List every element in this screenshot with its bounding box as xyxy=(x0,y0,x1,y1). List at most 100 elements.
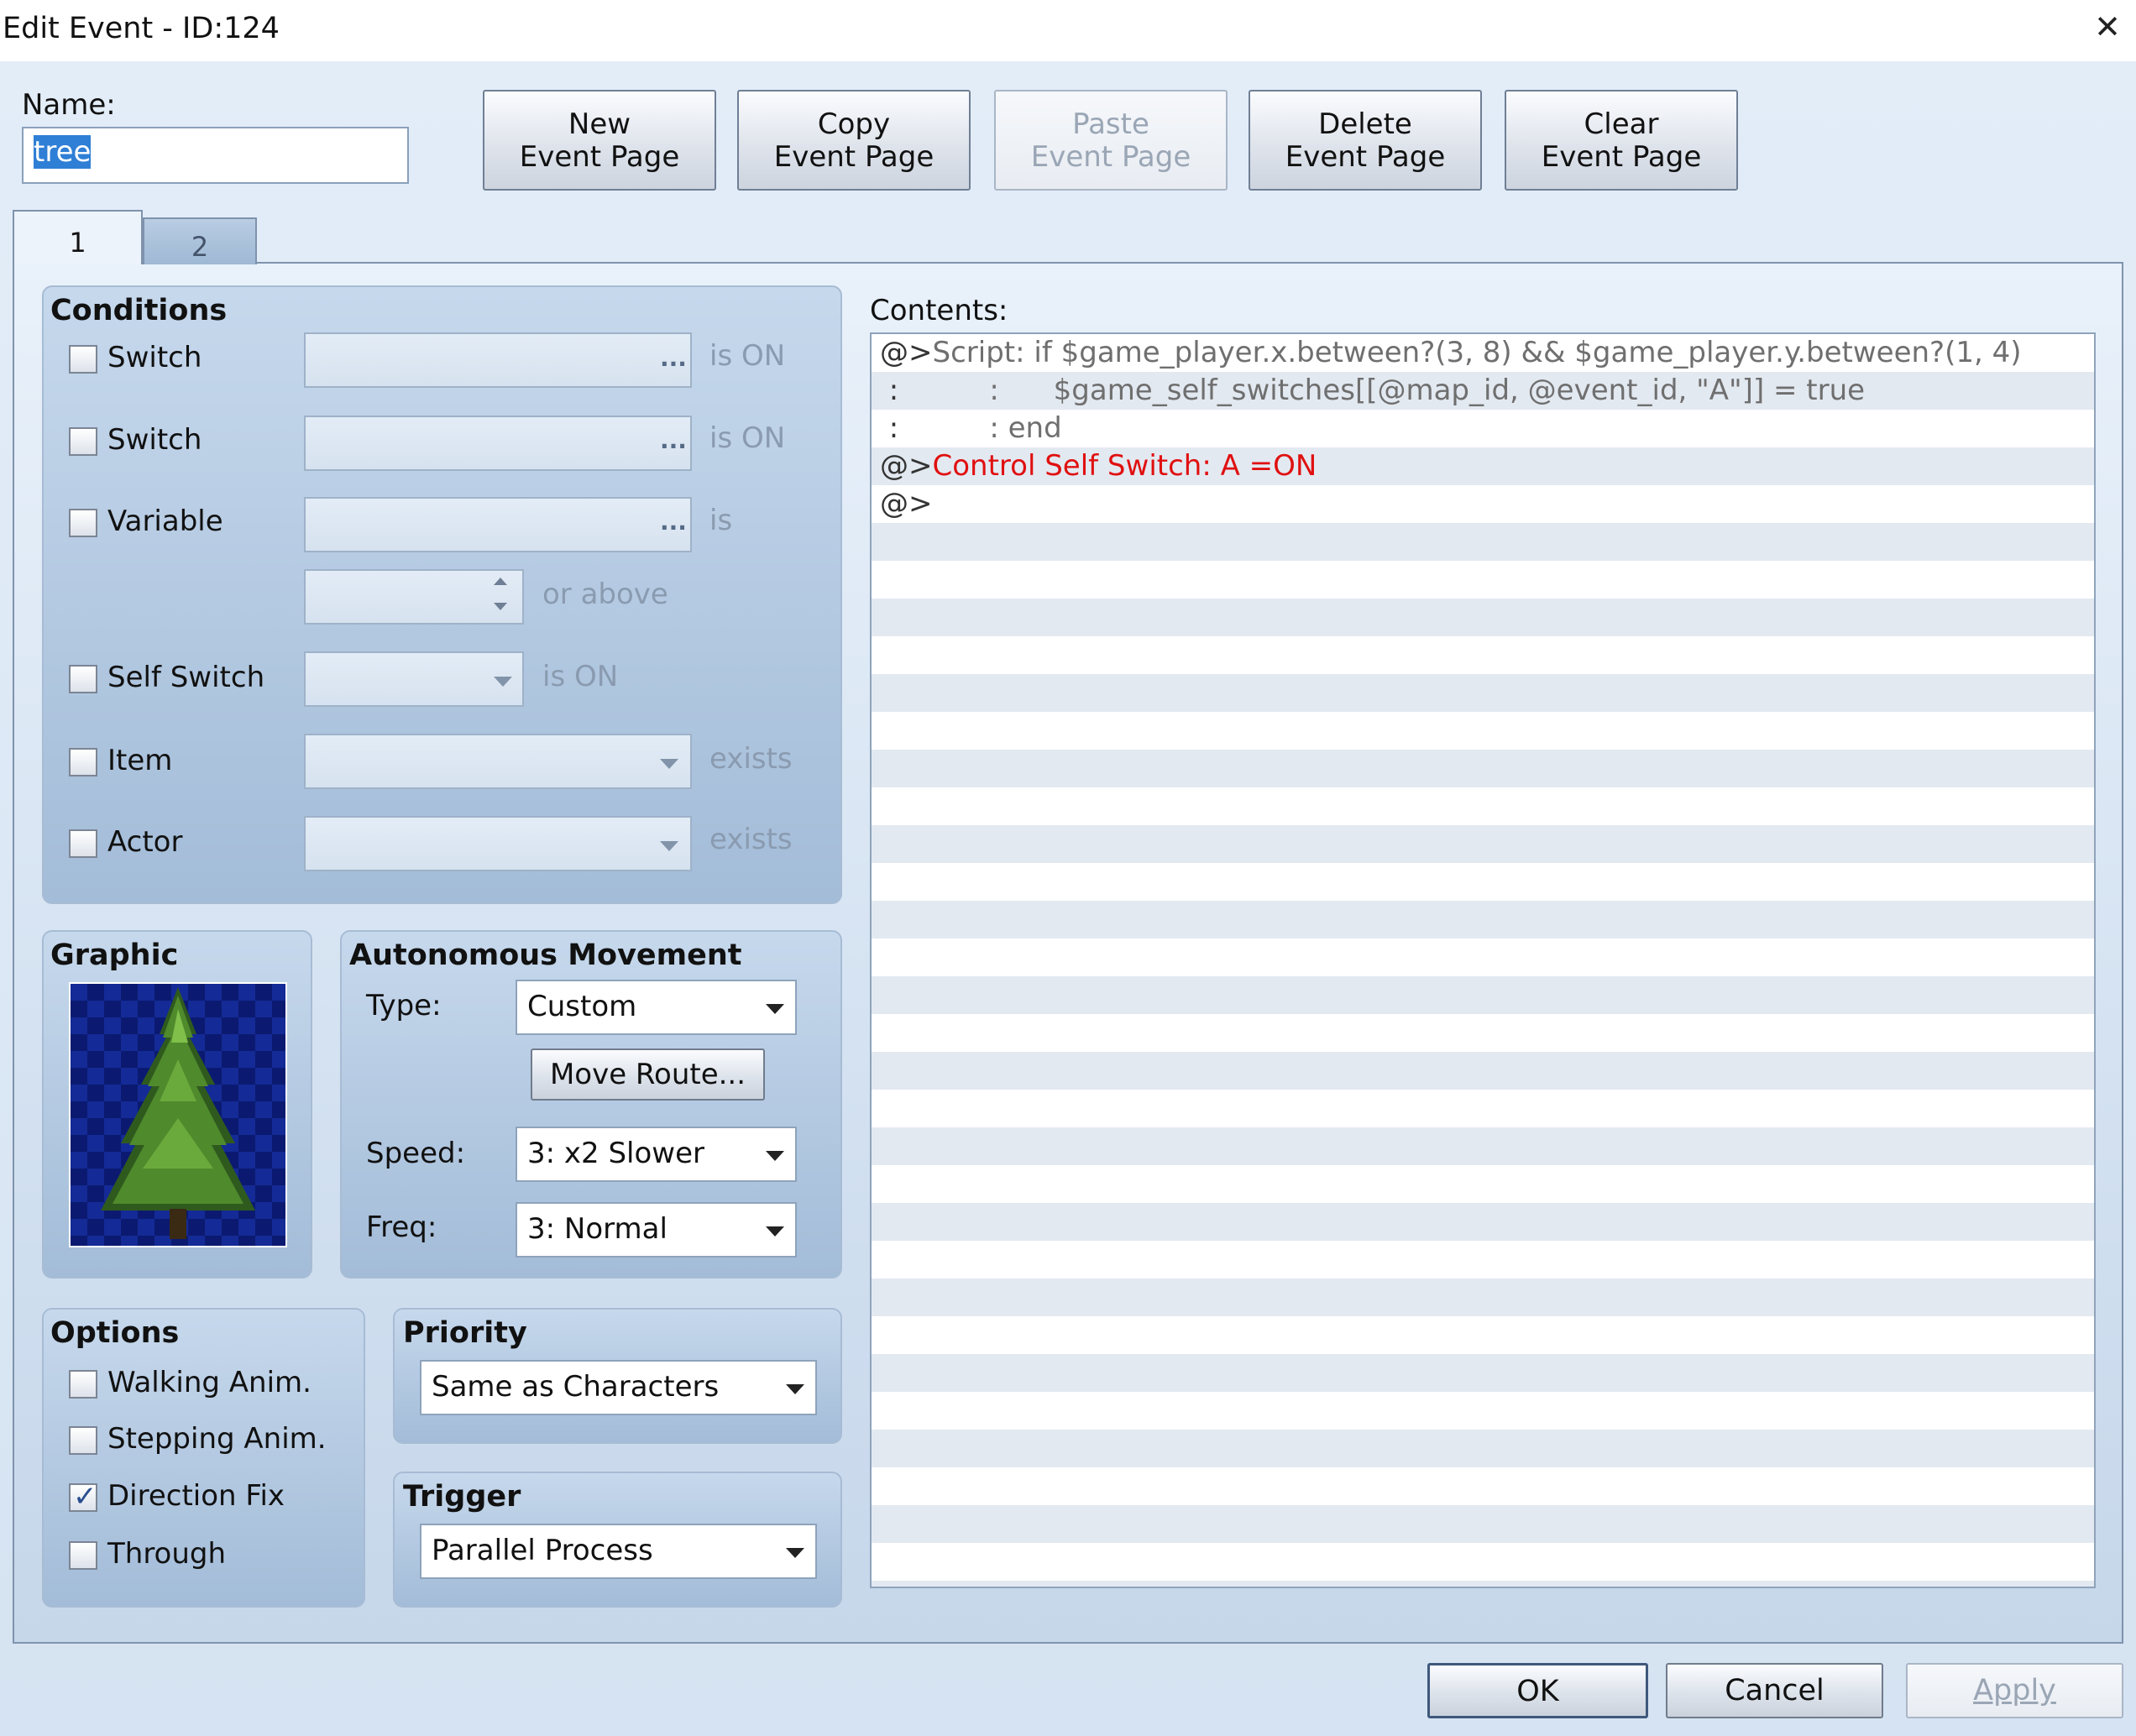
trigger-title: Trigger xyxy=(403,1480,521,1514)
list-item[interactable]: : : end xyxy=(872,410,2094,447)
walking-anim-label: Walking Anim. xyxy=(107,1366,312,1399)
tree-graphic-icon xyxy=(71,984,285,1246)
variable-value-stepper[interactable] xyxy=(304,569,524,625)
new-event-page-button[interactable]: New Event Page xyxy=(483,90,716,191)
name-value: tree xyxy=(34,135,92,169)
empty-row xyxy=(872,825,2094,863)
empty-row xyxy=(872,523,2094,561)
list-item[interactable]: @> xyxy=(872,485,2094,523)
switch1-label: Switch xyxy=(107,341,202,374)
name-input[interactable]: tree xyxy=(22,127,409,184)
self-switch-checkbox[interactable] xyxy=(69,665,97,693)
empty-row xyxy=(872,901,2094,939)
actor-chevron-down-icon[interactable] xyxy=(660,841,678,851)
cancel-button[interactable]: Cancel xyxy=(1666,1663,1883,1718)
switch2-suffix: is ON xyxy=(709,421,786,455)
clear-event-page-line2: Event Page xyxy=(1541,140,1702,174)
actor-checkbox[interactable] xyxy=(69,829,97,858)
line-text: : $game_self_switches[[@map_id, @event_i… xyxy=(898,374,1866,407)
item-checkbox[interactable] xyxy=(69,748,97,776)
line-text: Script: if $game_player.x.between?(3, 8)… xyxy=(932,336,2022,369)
walking-anim-checkbox[interactable] xyxy=(69,1370,97,1399)
paste-event-page-line1: Paste xyxy=(1072,107,1149,141)
variable-ellipsis-icon[interactable]: ... xyxy=(660,508,687,536)
apply-button[interactable]: Apply xyxy=(1906,1663,2123,1718)
actor-label: Actor xyxy=(107,825,183,859)
switch2-label: Switch xyxy=(107,423,202,457)
tab-page-1[interactable]: 1 xyxy=(13,210,143,264)
trigger-dropdown[interactable]: Parallel Process xyxy=(420,1524,817,1579)
variable-checkbox[interactable] xyxy=(69,509,97,537)
line-prefix: @> xyxy=(880,487,933,520)
priority-dropdown[interactable]: Same as Characters xyxy=(420,1360,817,1415)
clear-event-page-button[interactable]: Clear Event Page xyxy=(1505,90,1738,191)
through-checkbox[interactable] xyxy=(69,1541,97,1570)
item-suffix: exists xyxy=(709,742,793,776)
delete-event-page-button[interactable]: Delete Event Page xyxy=(1249,90,1482,191)
conditions-title: Conditions xyxy=(50,294,228,327)
list-item[interactable]: : : $game_self_switches[[@map_id, @event… xyxy=(872,372,2094,410)
movement-freq-chevron-down-icon[interactable] xyxy=(766,1226,784,1237)
movement-type-dropdown[interactable]: Custom xyxy=(516,980,797,1035)
stepper-up-icon[interactable] xyxy=(494,578,507,585)
movement-speed-value: 3: x2 Slower xyxy=(527,1137,704,1170)
switch2-field[interactable] xyxy=(304,416,692,471)
paste-event-page-line2: Event Page xyxy=(1030,140,1191,174)
priority-chevron-down-icon[interactable] xyxy=(786,1384,804,1394)
movement-freq-dropdown[interactable]: 3: Normal xyxy=(516,1202,797,1258)
close-icon[interactable]: ✕ xyxy=(2087,8,2128,45)
options-title: Options xyxy=(50,1316,180,1350)
direction-fix-checkbox[interactable] xyxy=(69,1480,97,1514)
empty-row xyxy=(872,750,2094,787)
empty-row xyxy=(872,1581,2094,1587)
movement-type-label: Type: xyxy=(366,989,442,1022)
trigger-chevron-down-icon[interactable] xyxy=(786,1548,804,1558)
stepper-down-icon[interactable] xyxy=(494,603,507,610)
contents-label: Contents: xyxy=(870,294,1008,327)
delete-event-page-line1: Delete xyxy=(1318,107,1412,141)
through-label: Through xyxy=(107,1537,227,1571)
movement-speed-dropdown[interactable]: 3: x2 Slower xyxy=(516,1127,797,1182)
movement-type-chevron-down-icon[interactable] xyxy=(766,1004,784,1014)
switch2-checkbox[interactable] xyxy=(69,427,97,456)
line-text: Control Self Switch: A =ON xyxy=(932,449,1317,483)
item-label: Item xyxy=(107,744,173,777)
copy-event-page-line2: Event Page xyxy=(773,140,934,174)
line-prefix: : xyxy=(880,374,899,407)
variable-suffix: is xyxy=(709,504,733,537)
movement-speed-chevron-down-icon[interactable] xyxy=(766,1151,784,1161)
self-switch-suffix: is ON xyxy=(542,660,619,693)
window-title: Edit Event - ID:124 xyxy=(3,12,280,45)
item-dropdown[interactable] xyxy=(304,734,692,789)
movement-type-value: Custom xyxy=(527,990,637,1023)
graphic-title: Graphic xyxy=(50,939,179,972)
line-text: : end xyxy=(898,411,1062,445)
self-switch-chevron-down-icon[interactable] xyxy=(494,677,512,687)
copy-event-page-button[interactable]: Copy Event Page xyxy=(737,90,971,191)
paste-event-page-button[interactable]: Paste Event Page xyxy=(994,90,1228,191)
switch1-ellipsis-icon[interactable]: ... xyxy=(660,344,687,372)
line-prefix: @> xyxy=(880,336,933,369)
event-graphic-image[interactable] xyxy=(69,982,287,1247)
move-route-button[interactable]: Move Route... xyxy=(531,1048,765,1101)
event-commands-list[interactable]: @>Script: if $game_player.x.between?(3, … xyxy=(870,332,2096,1588)
switch1-field[interactable] xyxy=(304,332,692,388)
variable-field[interactable] xyxy=(304,497,692,552)
priority-value: Same as Characters xyxy=(432,1370,720,1404)
delete-event-page-line2: Event Page xyxy=(1285,140,1446,174)
self-switch-dropdown[interactable] xyxy=(304,651,524,707)
empty-row xyxy=(872,1127,2094,1165)
switch2-ellipsis-icon[interactable]: ... xyxy=(660,426,687,454)
actor-suffix: exists xyxy=(709,823,793,856)
movement-freq-label: Freq: xyxy=(366,1210,437,1244)
title-bar xyxy=(0,0,2136,61)
switch1-checkbox[interactable] xyxy=(69,345,97,374)
stepping-anim-checkbox[interactable] xyxy=(69,1426,97,1455)
tab-page-2[interactable]: 2 xyxy=(143,217,257,264)
list-item[interactable]: @>Script: if $game_player.x.between?(3, … xyxy=(872,334,2094,372)
item-chevron-down-icon[interactable] xyxy=(660,759,678,769)
list-item[interactable]: @>Control Self Switch: A =ON xyxy=(872,447,2094,485)
ok-button[interactable]: OK xyxy=(1427,1663,1648,1718)
self-switch-label: Self Switch xyxy=(107,661,265,694)
actor-dropdown[interactable] xyxy=(304,816,692,871)
